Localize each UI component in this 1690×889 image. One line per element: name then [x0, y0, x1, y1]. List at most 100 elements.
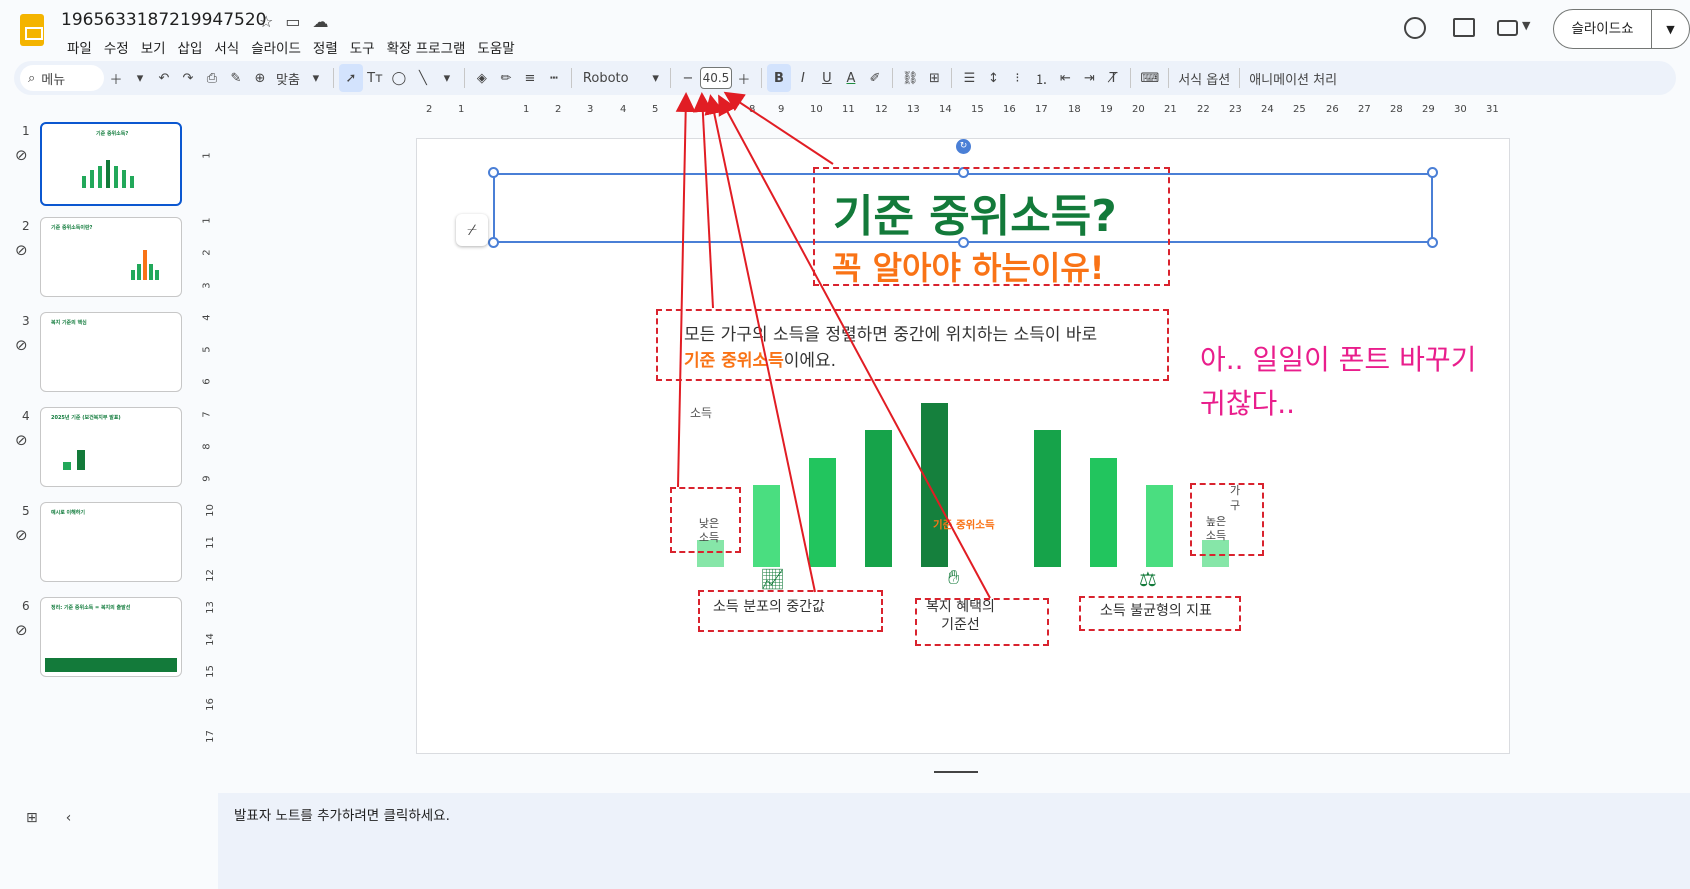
menu-insert[interactable]: 삽입	[172, 37, 209, 57]
line-icon[interactable]: ╲	[411, 64, 435, 92]
ruler-tick: 13	[907, 104, 920, 115]
shape-icon[interactable]: ◯	[387, 64, 411, 92]
slides-logo-icon[interactable]	[20, 14, 44, 46]
thumbnail-row[interactable]: 6 ⊘ 정리: 기준 중위소득 = 복지의 출발선	[0, 597, 200, 683]
undo-icon[interactable]: ↶	[152, 64, 176, 92]
print-icon[interactable]: ⎙	[200, 64, 224, 92]
clear-formatting-icon[interactable]: T̸	[1101, 64, 1125, 92]
decrease-font-size-icon[interactable]: −	[676, 64, 700, 92]
menu-format[interactable]: 서식	[208, 37, 245, 57]
thumbnail-row[interactable]: 5 ⊘ 예시로 이해하기	[0, 502, 200, 588]
menu-search[interactable]: ⌕ 메뉴	[20, 65, 104, 91]
vertical-ruler[interactable]: 1 1 2 3 4 5 6 7 8 9 10 11 12 13 14 15 16…	[200, 138, 218, 768]
ruler-tick: 4	[201, 314, 213, 321]
border-weight-icon[interactable]: ≡	[518, 64, 542, 92]
toolbar-divider	[669, 68, 671, 88]
menu-arrange[interactable]: 정렬	[307, 37, 344, 57]
ruler-tick: 1	[201, 152, 213, 159]
resize-handle[interactable]	[488, 167, 499, 178]
ruler-tick: 1	[201, 217, 213, 224]
speaker-notes[interactable]: 발표자 노트를 추가하려면 클릭하세요.	[218, 793, 1690, 889]
border-dash-icon[interactable]: ┅	[542, 64, 566, 92]
meet-icon[interactable]	[1497, 20, 1518, 36]
menu-slide[interactable]: 슬라이드	[245, 37, 307, 57]
menu-tools[interactable]: 도구	[344, 37, 381, 57]
zoom-dropdown-icon[interactable]: ▾	[304, 64, 328, 92]
font-family-select[interactable]: Roboto ▾	[577, 64, 665, 92]
underline-icon[interactable]: U	[815, 64, 839, 92]
increase-font-size-icon[interactable]: ＋	[732, 64, 756, 92]
slide-thumbnail-4[interactable]: 2025년 기준 (보건복지부 발표)	[40, 407, 182, 487]
note-line-2: 귀찮다..	[1200, 387, 1296, 420]
slide-thumbnail-3[interactable]: 복지 기준의 핵심	[40, 312, 182, 392]
meet-dropdown-icon[interactable]: ▼	[1522, 19, 1530, 32]
slide-number: 4	[22, 409, 30, 423]
version-history-icon[interactable]	[1404, 17, 1426, 39]
grid-view-icon[interactable]: ⊞	[26, 810, 38, 826]
bulleted-list-icon[interactable]: ⁝	[1005, 64, 1029, 92]
new-slide-button[interactable]: ＋	[104, 64, 128, 92]
link-icon[interactable]: ⛓	[898, 64, 923, 92]
menu-help[interactable]: 도움말	[471, 37, 520, 57]
horizontal-ruler[interactable]: 2 1 1 2 3 4 5 6 7 8 9 10 11 12 13 14 15 …	[200, 104, 1513, 122]
menu-extensions[interactable]: 확장 프로그램	[381, 37, 472, 57]
slide-thumbnail-5[interactable]: 예시로 이해하기	[40, 502, 182, 582]
select-tool-icon[interactable]: ➚	[338, 64, 363, 92]
chart-bar	[1090, 458, 1117, 567]
paint-format-icon[interactable]: ✎	[224, 64, 248, 92]
notes-placeholder[interactable]: 발표자 노트를 추가하려면 클릭하세요.	[234, 804, 450, 824]
align-icon[interactable]: ☰	[957, 64, 981, 92]
comments-icon[interactable]	[1453, 18, 1475, 37]
text-color-icon[interactable]: A	[839, 64, 863, 92]
zoom-select[interactable]: 맞춤	[272, 64, 304, 92]
rotate-handle-icon[interactable]: ↻	[956, 139, 971, 154]
font-size-input[interactable]: 40.5	[699, 67, 732, 89]
doc-title[interactable]: 1965633187219947520	[61, 10, 267, 30]
animate-button[interactable]: 애니메이션 처리	[1245, 64, 1341, 92]
move-folder-icon[interactable]: ▭	[285, 12, 300, 31]
cloud-status-icon[interactable]: ☁	[312, 12, 328, 31]
line-dropdown-icon[interactable]: ▾	[435, 64, 459, 92]
zoom-icon[interactable]: ⊕	[248, 64, 272, 92]
annotation-box-title	[813, 167, 1170, 286]
fill-color-icon[interactable]: ◈	[470, 64, 494, 92]
resize-handle[interactable]	[1427, 237, 1438, 248]
collapse-panel-icon[interactable]: ‹	[66, 810, 72, 826]
thumbnail-row[interactable]: 4 ⊘ 2025년 기준 (보건복지부 발표)	[0, 407, 200, 493]
resize-handle[interactable]	[1427, 167, 1438, 178]
new-slide-dropdown-icon[interactable]: ▾	[128, 64, 152, 92]
text-box-icon[interactable]: Tт	[363, 64, 387, 92]
ruler-tick: 9	[778, 104, 785, 115]
slideshow-button[interactable]: 슬라이드쇼 ▼	[1553, 9, 1690, 49]
format-options-button[interactable]: 서식 옵션	[1174, 64, 1234, 92]
crop-icon[interactable]: ⌿	[456, 214, 488, 246]
highlight-color-icon[interactable]: ✐	[863, 64, 887, 92]
slide-thumbnail-6[interactable]: 정리: 기준 중위소득 = 복지의 출발선	[40, 597, 182, 677]
thumbnail-row[interactable]: 3 ⊘ 복지 기준의 핵심	[0, 312, 200, 398]
ruler-tick: 31	[1486, 104, 1499, 115]
add-comment-icon[interactable]: ⊞	[922, 64, 946, 92]
input-tools-icon[interactable]: ⌨	[1136, 64, 1163, 92]
thumbnail-row[interactable]: 1 ⊘ 기준 중위소득?	[0, 122, 200, 208]
notes-resize-handle[interactable]	[934, 771, 978, 773]
menu-file[interactable]: 파일	[61, 37, 98, 57]
slide-thumbnail-1[interactable]: 기준 중위소득?	[40, 122, 182, 206]
ruler-tick: 12	[875, 104, 888, 115]
bold-icon[interactable]: B	[766, 64, 791, 92]
slideshow-label[interactable]: 슬라이드쇼	[1554, 10, 1652, 48]
italic-icon[interactable]: I	[791, 64, 815, 92]
menu-view[interactable]: 보기	[135, 37, 172, 57]
redo-icon[interactable]: ↷	[176, 64, 200, 92]
border-color-icon[interactable]: ✏	[494, 64, 518, 92]
resize-handle[interactable]	[488, 237, 499, 248]
decrease-indent-icon[interactable]: ⇤	[1053, 64, 1077, 92]
menu-edit[interactable]: 수정	[98, 37, 135, 57]
slideshow-dropdown-icon[interactable]: ▼	[1652, 23, 1689, 36]
chart-bar	[809, 458, 836, 567]
line-spacing-icon[interactable]: ↕	[981, 64, 1005, 92]
slide-thumbnail-2[interactable]: 기준 중위소득이란?	[40, 217, 182, 297]
numbered-list-icon[interactable]: ⒈	[1029, 64, 1053, 92]
star-icon[interactable]: ☆	[259, 12, 273, 31]
thumbnail-row[interactable]: 2 ⊘ 기준 중위소득이란?	[0, 217, 200, 303]
increase-indent-icon[interactable]: ⇥	[1077, 64, 1101, 92]
